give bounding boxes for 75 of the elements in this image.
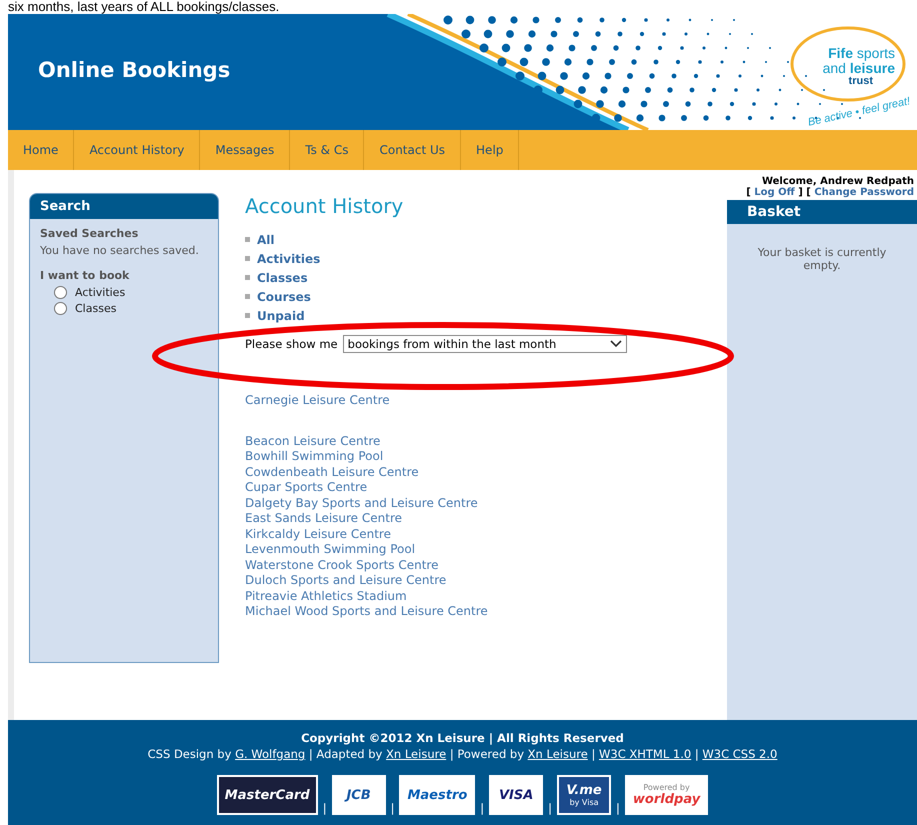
bullet-icon: [245, 313, 250, 318]
bullet-icon: [245, 275, 250, 280]
venue-link[interactable]: Cowdenbeath Leisure Centre: [245, 464, 419, 480]
period-dropdown[interactable]: bookings from within the last month: [342, 335, 627, 353]
venue-link[interactable]: Bowhill Swimming Pool: [245, 449, 384, 464]
welcome-text: Welcome, Andrew Redpath: [760, 176, 914, 187]
separator-text: |: [390, 801, 394, 815]
separator-text: |: [480, 801, 484, 815]
venue-link[interactable]: Levenmouth Swimming Pool: [245, 542, 416, 558]
copyright-text: Copyright ©2012 Xn Leisure | All Rights Reserved: [300, 731, 625, 745]
separator-text: |: [616, 801, 620, 815]
footer-link[interactable]: W3C CSS 2.0: [702, 747, 778, 761]
chevron-down-icon: [610, 340, 622, 348]
site-title: Online Bookings: [38, 58, 230, 82]
venue-link[interactable]: Beacon Leisure Centre: [245, 434, 380, 449]
bullet-icon: [245, 294, 250, 299]
change-password-link[interactable]: Change Password: [814, 187, 914, 198]
footer-link[interactable]: W3C XHTML 1.0: [599, 747, 692, 761]
payment-logo: Maestro: [399, 775, 476, 815]
footer-link[interactable]: G. Wolfgang: [235, 747, 306, 761]
radio-label: Classes: [75, 302, 116, 315]
payment-logo: Powered by worldpay: [624, 775, 708, 815]
payment-logo: V.me by Visa: [557, 775, 612, 815]
basket-text: Your basket is currently empty.: [756, 245, 888, 274]
footer-text: CSS Design by: [148, 747, 232, 761]
logo-text: Fife sports: [828, 46, 895, 60]
log-off-link[interactable]: Log Off: [754, 187, 795, 198]
footer-link[interactable]: Xn Leisure: [528, 747, 588, 761]
separator-text: |: [548, 801, 552, 815]
footer-text: |: [694, 747, 699, 761]
footer-text: | Powered by: [450, 747, 524, 761]
show-label: Please show me: [245, 337, 338, 351]
radio-label: Activities: [75, 286, 126, 299]
bullet-icon: [245, 256, 250, 261]
nav-link[interactable]: Ts & Cs: [290, 130, 364, 170]
venue-link[interactable]: Dalgety Bay Sports and Leisure Centre: [245, 496, 478, 511]
nav-link[interactable]: Account History: [74, 130, 200, 170]
bullet-icon: [245, 237, 250, 242]
payment-logo: MasterCard: [216, 775, 318, 815]
bracket-text: [: [746, 187, 751, 198]
footer-text: |: [591, 747, 596, 761]
caption-text: six months, last years of ALL bookings/classes.: [7, 0, 280, 14]
nav-link[interactable]: Contact Us: [364, 130, 462, 170]
basket-title: Basket: [727, 200, 917, 224]
venue-link[interactable]: Carnegie Leisure Centre: [245, 393, 390, 408]
venue-link[interactable]: East Sands Leisure Centre: [245, 511, 402, 526]
filter-link[interactable]: All: [257, 232, 275, 246]
saved-searches-heading: Saved Searches: [40, 227, 140, 240]
page-title: Account History: [245, 194, 404, 218]
radio-button[interactable]: [54, 302, 67, 315]
book-heading: I want to book: [40, 269, 130, 282]
payment-logo: JCB: [332, 775, 386, 815]
payment-logo: VISA: [489, 775, 544, 815]
saved-searches-text: You have no searches saved.: [40, 244, 200, 257]
panel-title: Search: [30, 194, 218, 219]
venue-link[interactable]: Michael Wood Sports and Leisure Centre: [245, 604, 488, 620]
venue-link[interactable]: Duloch Sports and Leisure Centre: [245, 573, 446, 588]
filter-link[interactable]: Unpaid: [257, 308, 305, 322]
radio-button[interactable]: [54, 286, 67, 299]
venue-link[interactable]: Pitreavie Athletics Stadium: [245, 588, 407, 604]
nav-link[interactable]: Messages: [200, 130, 290, 170]
logo-text: and leisure: [822, 61, 895, 75]
venue-link[interactable]: Cupar Sports Centre: [245, 480, 368, 496]
venue-link[interactable]: Waterstone Crook Sports Centre: [245, 558, 438, 573]
filter-link[interactable]: Activities: [257, 252, 320, 266]
nav-link[interactable]: Help: [461, 130, 520, 170]
nav-link[interactable]: Home: [8, 130, 74, 170]
bracket-text: ] [: [798, 187, 811, 198]
separator-text: |: [322, 801, 327, 815]
logo-text: trust: [848, 76, 873, 87]
filter-link[interactable]: Courses: [257, 290, 311, 304]
footer-text: | Adapted by: [308, 747, 382, 761]
venue-link[interactable]: Kirkcaldy Leisure Centre: [245, 526, 391, 542]
filter-link[interactable]: Classes: [257, 270, 308, 284]
footer-link[interactable]: Xn Leisure: [386, 747, 446, 761]
